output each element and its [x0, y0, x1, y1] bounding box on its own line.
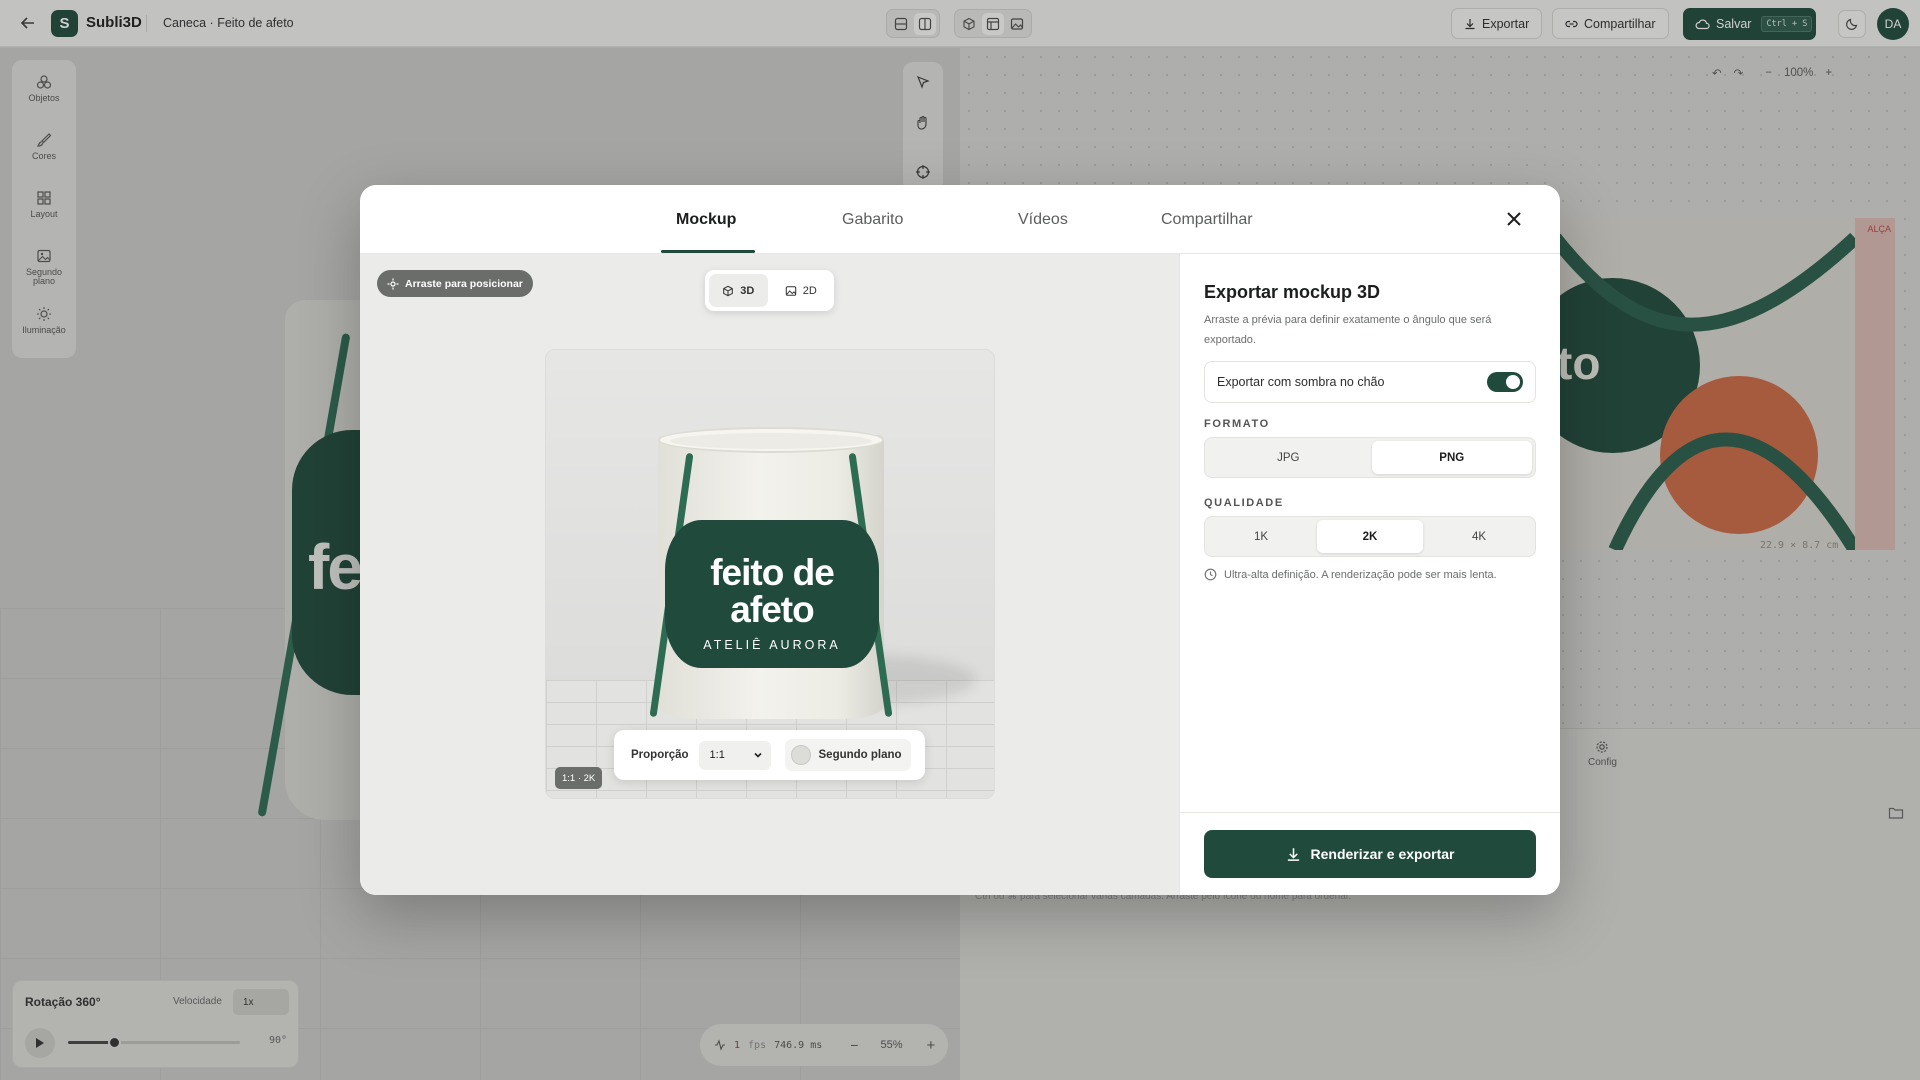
shadow-option[interactable]: Exportar com sombra no chão: [1204, 361, 1536, 403]
background-toggle[interactable]: Segundo plano: [784, 739, 911, 771]
cube-icon: [722, 285, 734, 297]
format-jpg[interactable]: JPG: [1208, 441, 1369, 474]
tab-videos[interactable]: Vídeos: [1018, 211, 1068, 229]
mug-label-title: feito de afeto: [710, 552, 835, 630]
preview-options-bar: Proporção 1:1 Segundo plano: [614, 730, 925, 780]
shadow-toggle[interactable]: [1487, 372, 1523, 392]
quality-4k[interactable]: 4K: [1426, 520, 1532, 553]
background-toggle-label: Segundo plano: [818, 749, 902, 761]
close-icon[interactable]: [1502, 207, 1526, 231]
mug-label: feito de afeto ATELIÊ AURORA: [665, 520, 879, 668]
modal-tabs: Mockup Gabarito Vídeos Compartilhar: [360, 185, 1560, 254]
format-png[interactable]: PNG: [1371, 441, 1532, 474]
quality-2k[interactable]: 2K: [1317, 520, 1423, 553]
mug-label-subtitle: ATELIÊ AURORA: [703, 638, 841, 652]
tab-compartilhar[interactable]: Compartilhar: [1161, 211, 1253, 229]
view-mode-toggle: 3D 2D: [705, 270, 834, 311]
active-tab-indicator: [661, 250, 755, 253]
render-export-label: Renderizar e exportar: [1310, 846, 1455, 862]
proportion-label: Proporção: [631, 749, 689, 761]
chevron-down-icon: [753, 750, 763, 760]
quality-heading: QUALIDADE: [1204, 497, 1284, 509]
drag-hint-chip: Arraste para posicionar: [377, 270, 533, 297]
view-3d-label: 3D: [740, 284, 755, 297]
quality-note-text: Ultra-alta definição. A renderização pod…: [1224, 568, 1497, 581]
export-description: Arraste a prévia para definir exatamente…: [1204, 314, 1492, 346]
quality-note: Ultra-alta definição. A renderização pod…: [1204, 568, 1497, 581]
drag-hint: Arraste para posicionar: [405, 277, 523, 290]
tab-mockup[interactable]: Mockup: [676, 211, 736, 229]
render-export-button[interactable]: Renderizar e exportar: [1204, 830, 1536, 878]
ratio-badge: 1:1 · 2K: [555, 767, 603, 789]
footer-divider: [1180, 812, 1560, 813]
format-heading: FORMATO: [1204, 418, 1270, 430]
proportion-select[interactable]: 1:1: [698, 740, 771, 770]
view-2d-button[interactable]: 2D: [772, 274, 831, 307]
shadow-label: Exportar com sombra no chão: [1217, 375, 1385, 389]
tab-gabarito[interactable]: Gabarito: [842, 211, 903, 229]
image-icon: [785, 285, 797, 297]
format-selector: JPG PNG: [1204, 437, 1536, 478]
move-icon: [387, 278, 399, 290]
quality-1k[interactable]: 1K: [1208, 520, 1314, 553]
proportion-value: 1:1: [709, 749, 725, 761]
background-swatch: [790, 745, 811, 765]
export-modal: Mockup Gabarito Vídeos Compartilhar Arra…: [360, 185, 1560, 895]
export-title: Exportar mockup 3D: [1204, 282, 1381, 302]
export-settings-panel: Exportar mockup 3D Arraste a prévia para…: [1179, 254, 1560, 895]
view-2d-label: 2D: [802, 284, 817, 297]
mug-rim-inner: [670, 433, 872, 449]
mockup-preview[interactable]: Arraste para posicionar 3D 2D feito de a…: [360, 254, 1179, 895]
view-3d-button[interactable]: 3D: [709, 274, 768, 307]
quality-selector: 1K 2K 4K: [1204, 516, 1536, 557]
download-icon: [1286, 847, 1301, 862]
clock-icon: [1204, 568, 1217, 581]
